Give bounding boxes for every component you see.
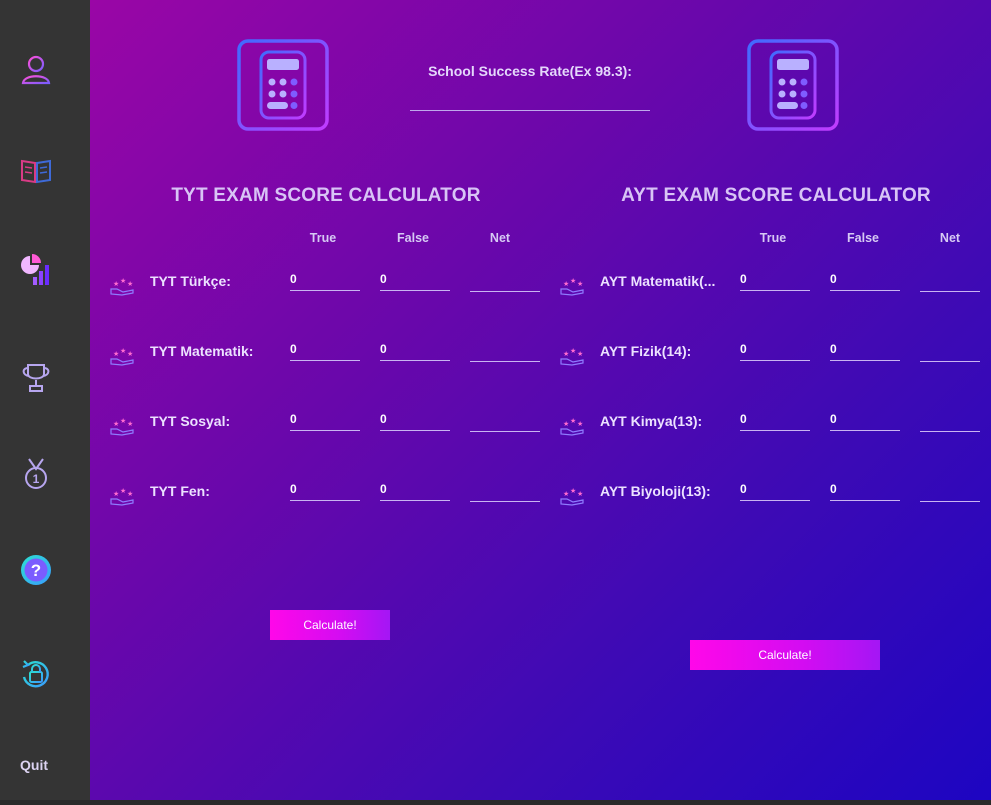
tyt-matematik-false-input[interactable] — [380, 338, 450, 361]
stars-hand-icon: ★ ★ ★ — [110, 277, 134, 296]
tyt-fen-false-input[interactable] — [380, 478, 450, 501]
ayt-fizik-true-input[interactable] — [740, 338, 810, 361]
stars-hand-icon: ★ ★ ★ — [560, 417, 584, 436]
lock-reset-icon[interactable] — [10, 648, 62, 700]
ayt-col-net: Net — [939, 231, 961, 245]
ayt-title: AYT EXAM SCORE CALCULATOR — [621, 185, 931, 206]
tyt-sosyal-true-input[interactable] — [290, 408, 360, 431]
stats-chart-icon[interactable] — [10, 244, 62, 296]
ayt-col-false: False — [847, 231, 879, 245]
svg-text:★: ★ — [577, 490, 583, 498]
ayt-fizik-false-input[interactable] — [830, 338, 900, 361]
book-icon[interactable] — [10, 144, 62, 196]
ayt-matematik-true-input[interactable] — [740, 268, 810, 291]
stars-hand-icon: ★ ★ ★ — [110, 417, 134, 436]
svg-text:★: ★ — [563, 350, 569, 358]
success-rate-input[interactable] — [410, 88, 650, 111]
svg-text:1: 1 — [33, 472, 40, 486]
ayt-kimya-net-input[interactable] — [920, 409, 980, 432]
svg-text:★: ★ — [563, 280, 569, 288]
tyt-title: TYT EXAM SCORE CALCULATOR — [171, 185, 481, 206]
medal-icon[interactable]: 1 — [10, 448, 62, 500]
tyt-sosyal-false-input[interactable] — [380, 408, 450, 431]
calculator-icon — [237, 39, 329, 131]
tyt-col-true: True — [309, 231, 337, 245]
svg-text:★: ★ — [570, 277, 576, 285]
svg-text:★: ★ — [563, 490, 569, 498]
ayt-biyoloji-net-input[interactable] — [920, 479, 980, 502]
svg-text:★: ★ — [120, 277, 126, 285]
tyt-matematik-true-input[interactable] — [290, 338, 360, 361]
stars-hand-icon: ★ ★ ★ — [110, 487, 134, 506]
svg-text:★: ★ — [120, 347, 126, 355]
tyt-col-net: Net — [489, 231, 511, 245]
svg-text:★: ★ — [127, 420, 133, 428]
ayt-biyoloji-true-input[interactable] — [740, 478, 810, 501]
trophy-icon[interactable] — [10, 352, 62, 404]
tyt-row-label: TYT Sosyal: — [150, 413, 231, 429]
calculator-icon — [747, 39, 839, 131]
ayt-matematik-false-input[interactable] — [830, 268, 900, 291]
svg-text:★: ★ — [113, 420, 119, 428]
ayt-fizik-net-input[interactable] — [920, 339, 980, 362]
svg-text:★: ★ — [570, 347, 576, 355]
svg-text:★: ★ — [577, 350, 583, 358]
ayt-biyoloji-false-input[interactable] — [830, 478, 900, 501]
svg-text:★: ★ — [127, 350, 133, 358]
ayt-calculate-button[interactable]: Calculate! — [690, 640, 880, 670]
svg-text:★: ★ — [113, 350, 119, 358]
tyt-row-label: TYT Fen: — [150, 483, 210, 499]
stars-hand-icon: ★ ★ ★ — [560, 277, 584, 296]
sidebar: 1 ? Quit — [0, 0, 90, 805]
tyt-sosyal-net-input[interactable] — [470, 409, 540, 432]
tyt-fen-net-input[interactable] — [470, 479, 540, 502]
success-rate-label: School Success Rate(Ex 98.3): — [428, 63, 632, 79]
ayt-row-label: AYT Matematik(... — [600, 273, 716, 289]
tyt-row-label: TYT Matematik: — [150, 343, 254, 359]
stars-hand-icon: ★ ★ ★ — [110, 347, 134, 366]
svg-text:★: ★ — [570, 417, 576, 425]
tyt-fen-true-input[interactable] — [290, 478, 360, 501]
tyt-turkce-net-input[interactable] — [470, 269, 540, 292]
svg-text:★: ★ — [120, 417, 126, 425]
calculator-panel: School Success Rate(Ex 98.3): TYT EXAM S… — [90, 0, 991, 800]
ayt-row-label: AYT Fizik(14): — [600, 343, 692, 359]
stars-hand-icon: ★ ★ ★ — [560, 487, 584, 506]
svg-text:★: ★ — [570, 487, 576, 495]
tyt-turkce-false-input[interactable] — [380, 268, 450, 291]
ayt-row-label: AYT Kimya(13): — [600, 413, 703, 429]
svg-text:★: ★ — [120, 487, 126, 495]
ayt-col-true: True — [759, 231, 787, 245]
ayt-kimya-true-input[interactable] — [740, 408, 810, 431]
svg-text:?: ? — [31, 561, 41, 580]
tyt-row-label: TYT Türkçe: — [150, 273, 231, 289]
help-icon[interactable]: ? — [10, 544, 62, 596]
user-icon[interactable] — [10, 44, 62, 96]
stars-hand-icon: ★ ★ ★ — [560, 347, 584, 366]
svg-text:★: ★ — [577, 420, 583, 428]
svg-text:★: ★ — [563, 420, 569, 428]
svg-text:★: ★ — [127, 490, 133, 498]
ayt-row-label: AYT Biyoloji(13): — [600, 483, 711, 499]
ayt-matematik-net-input[interactable] — [920, 269, 980, 292]
tyt-matematik-net-input[interactable] — [470, 339, 540, 362]
svg-text:★: ★ — [113, 280, 119, 288]
tyt-calculate-button[interactable]: Calculate! — [270, 610, 390, 640]
tyt-turkce-true-input[interactable] — [290, 268, 360, 291]
svg-text:★: ★ — [577, 280, 583, 288]
svg-text:★: ★ — [127, 280, 133, 288]
quit-button[interactable]: Quit — [0, 757, 68, 773]
bottom-strip — [0, 800, 991, 805]
ayt-kimya-false-input[interactable] — [830, 408, 900, 431]
svg-text:★: ★ — [113, 490, 119, 498]
tyt-col-false: False — [397, 231, 429, 245]
